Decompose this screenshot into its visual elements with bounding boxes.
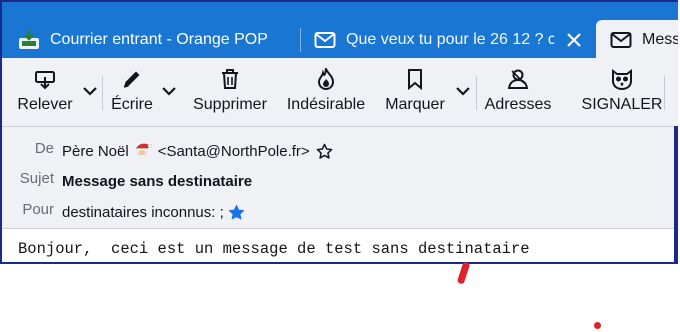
toolbar-separator <box>664 76 665 110</box>
tab-separator <box>300 28 301 52</box>
relever-button[interactable]: Relever <box>16 60 74 124</box>
tab-inbox-label: Courrier entrant - Orange POP <box>50 31 268 48</box>
trash-icon <box>220 60 240 90</box>
mail-window: Courrier entrant - Orange POP Que veux t… <box>0 0 678 264</box>
toolbar-divider <box>2 126 678 127</box>
supprimer-button[interactable]: Supprimer <box>190 60 270 124</box>
tab-inbox[interactable]: Courrier entrant - Orange POP <box>18 22 268 58</box>
envelope-icon <box>610 31 632 49</box>
chevron-down-icon[interactable] <box>160 82 178 100</box>
tab-active-message[interactable]: Message sans destinataire <box>596 20 678 60</box>
adresses-label: Adresses <box>484 96 552 113</box>
red-dot <box>594 322 601 329</box>
pencil-icon <box>121 60 143 90</box>
subject-value: Message sans destinataire <box>62 172 253 190</box>
relever-label: Relever <box>17 96 73 113</box>
ecrire-button[interactable]: Écrire <box>108 60 156 124</box>
star-filled-icon[interactable] <box>228 204 245 221</box>
recipients-value[interactable]: destinataires inconnus: ; <box>62 204 224 221</box>
message-body-text: Bonjour, ceci est un message de test san… <box>18 240 530 258</box>
toolbar: Relever Écrire Supprimer Indésirable Mar… <box>2 60 678 126</box>
chevron-down-icon[interactable] <box>81 82 99 100</box>
tab-message-26-12[interactable]: Que veux tu pour le 26 12 ? cl <box>314 22 554 58</box>
marquer-button[interactable]: Marquer <box>382 60 448 124</box>
tab-message-26-12-label: Que veux tu pour le 26 12 ? cl <box>346 31 554 48</box>
from-label: De <box>34 140 54 157</box>
to-label: Pour <box>22 201 54 218</box>
header-from-row: De Père Noël <Santa@NorthPole.fr> <box>2 140 333 162</box>
marquer-label: Marquer <box>385 96 445 113</box>
header-subject-row: Sujet Message sans destinataire <box>2 170 252 192</box>
sender-name[interactable]: Père Noël <box>62 143 129 160</box>
red-mark <box>456 261 471 285</box>
sender-email[interactable]: <Santa@NorthPole.fr> <box>158 143 310 160</box>
address-book-icon <box>507 60 529 90</box>
signaler-button[interactable]: SIGNALER <box>582 60 662 124</box>
toolbar-separator <box>102 76 103 110</box>
subject-label: Sujet <box>19 170 54 187</box>
window-frame-edge <box>674 126 678 262</box>
tab-bar: Courrier entrant - Orange POP Que veux t… <box>2 2 678 60</box>
tab-active-label: Message sans destinataire <box>642 31 678 48</box>
inbox-download-icon <box>18 29 40 51</box>
close-icon[interactable] <box>562 27 586 53</box>
indesirable-button[interactable]: Indésirable <box>284 60 368 124</box>
bookmark-icon <box>407 60 423 90</box>
chevron-down-icon[interactable] <box>454 82 472 100</box>
adresses-button[interactable]: Adresses <box>484 60 552 124</box>
supprimer-label: Supprimer <box>193 96 267 113</box>
header-to-row: Pour destinataires inconnus: ; <box>2 201 245 223</box>
flame-icon <box>316 60 336 90</box>
toolbar-separator <box>476 76 477 110</box>
star-icon[interactable] <box>316 143 333 160</box>
envelope-icon <box>314 29 336 51</box>
message-body[interactable]: Bonjour, ceci est un message de test san… <box>2 229 678 262</box>
signaler-label: SIGNALER <box>581 96 663 113</box>
ecrire-label: Écrire <box>111 96 153 113</box>
get-mail-icon <box>34 60 56 90</box>
santa-avatar-icon <box>134 142 152 160</box>
owl-report-icon <box>610 60 634 90</box>
indesirable-label: Indésirable <box>286 96 366 113</box>
